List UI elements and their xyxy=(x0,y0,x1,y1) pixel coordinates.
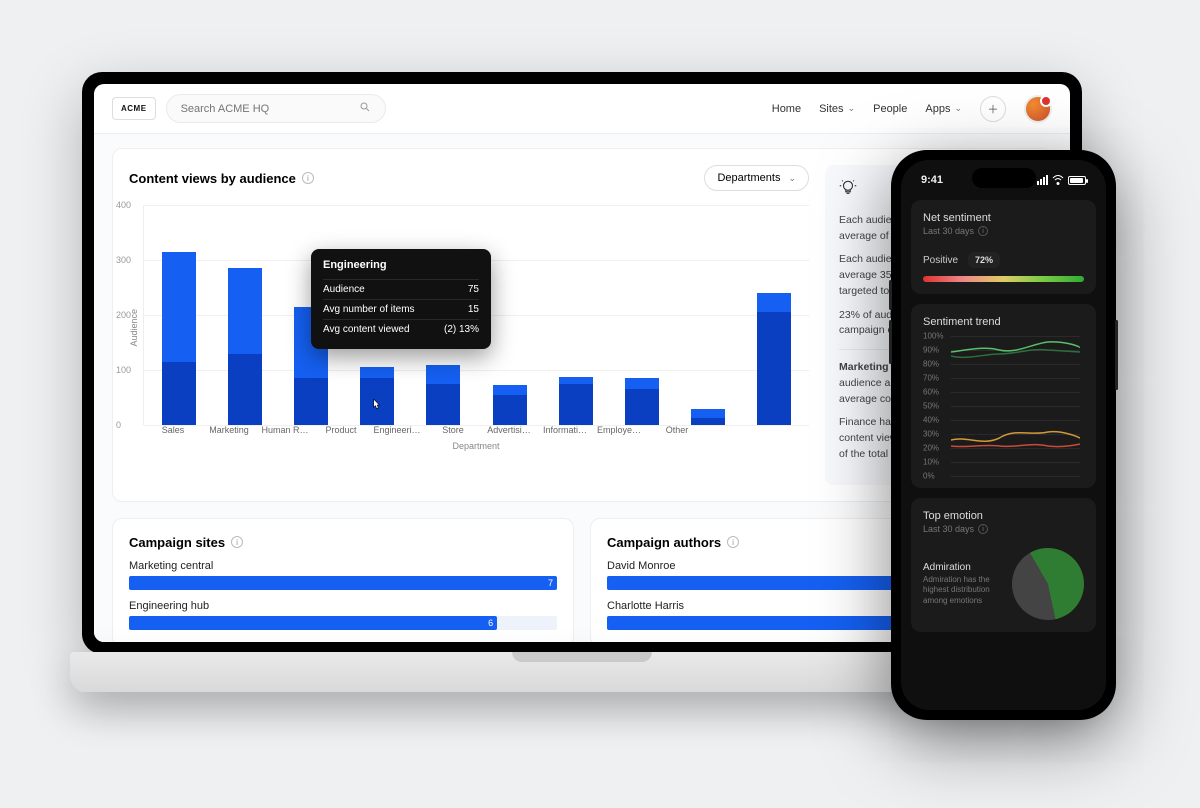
y-tick-label: 300 xyxy=(116,255,131,265)
list-item-label: Engineering hub xyxy=(129,600,557,612)
y-tick-label: 80% xyxy=(923,360,939,369)
chevron-down-icon: ⌄ xyxy=(848,103,856,114)
battery-icon xyxy=(1068,176,1086,185)
y-tick-label: 400 xyxy=(116,200,131,210)
x-tick-label: Informati… xyxy=(541,425,589,435)
info-icon[interactable]: i xyxy=(978,226,988,236)
bar-marketing[interactable] xyxy=(228,268,262,425)
x-tick-label: Advertisi… xyxy=(485,425,533,435)
primary-nav: Home Sites⌄ People Apps⌄ ＋ xyxy=(772,95,1052,123)
chevron-down-icon: ⌄ xyxy=(954,103,962,114)
nav-apps[interactable]: Apps⌄ xyxy=(925,103,962,115)
phone-side-button xyxy=(889,320,892,364)
x-tick-label: Product xyxy=(317,425,365,435)
app-header: ACME Home Sites⌄ People Apps⌄ ＋ xyxy=(94,84,1070,134)
nav-home[interactable]: Home xyxy=(772,103,801,115)
y-tick-label: 60% xyxy=(923,388,939,397)
info-icon[interactable]: i xyxy=(978,524,988,534)
y-tick-label: 10% xyxy=(923,458,939,467)
x-tick-label: Store xyxy=(429,425,477,435)
bar-employee[interactable] xyxy=(691,409,725,426)
bar-chart[interactable]: Audience 0100200300400 SalesMarketingHum… xyxy=(129,205,809,451)
horizontal-bar[interactable]: 6 xyxy=(129,616,557,630)
info-icon[interactable]: i xyxy=(302,172,314,184)
wifi-icon xyxy=(1052,175,1064,185)
y-tick-label: 70% xyxy=(923,374,939,383)
y-tick-label: 40% xyxy=(923,416,939,425)
x-tick-label: Marketing xyxy=(205,425,253,435)
y-tick-label: 50% xyxy=(923,402,939,411)
y-tick-label: 90% xyxy=(923,346,939,355)
list-item-label: Marketing central xyxy=(129,560,557,572)
phone-device-frame: 9:41 Net sentiment Last 30 daysi Positiv… xyxy=(891,150,1116,720)
bar-store[interactable] xyxy=(493,385,527,425)
y-tick-label: 20% xyxy=(923,444,939,453)
horizontal-bar[interactable]: 7 xyxy=(129,576,557,590)
net-sentiment-card[interactable]: Net sentiment Last 30 daysi Positive 72% xyxy=(911,200,1096,294)
y-tick-label: 0% xyxy=(923,472,935,481)
y-tick-label: 100 xyxy=(116,365,131,375)
chart-pane: Content views by audience i Departments … xyxy=(129,165,809,485)
x-tick-label: Other xyxy=(653,425,701,435)
top-emotion-desc: Admiration has the highest distribution … xyxy=(923,575,1002,606)
y-tick-label: 200 xyxy=(116,310,131,320)
top-emotion-name: Admiration xyxy=(923,562,1002,573)
x-tick-label: Engineeri… xyxy=(373,425,421,435)
campaign-sites-card: Campaign sites i Marketing central 7 Engin… xyxy=(112,518,574,643)
card-title: Content views by audience i xyxy=(129,171,314,186)
x-tick-label: Employee… xyxy=(597,425,645,435)
sentiment-trend-card[interactable]: Sentiment trend 100%90%80%70%60%50%40%30… xyxy=(911,304,1096,488)
status-time: 9:41 xyxy=(921,174,943,186)
x-tick-label: Sales xyxy=(149,425,197,435)
audience-filter-select[interactable]: Departments ⌄ xyxy=(704,165,809,191)
emotion-pie-chart xyxy=(999,535,1097,633)
bar-informati[interactable] xyxy=(625,378,659,425)
search-input[interactable] xyxy=(181,103,351,115)
cellular-signal-icon xyxy=(1037,175,1048,185)
chart-tooltip: Engineering Audience75 Avg number of ite… xyxy=(311,249,491,349)
y-tick-label: 0 xyxy=(116,420,121,430)
top-emotion-card[interactable]: Top emotion Last 30 daysi Admiration Adm… xyxy=(911,498,1096,632)
y-tick-label: 100% xyxy=(923,332,943,341)
phone-side-button xyxy=(889,280,892,310)
x-tick-label: Human R… xyxy=(261,425,309,435)
positive-value-badge: 72% xyxy=(968,252,1000,268)
x-axis-label: Department xyxy=(143,441,809,451)
info-icon[interactable]: i xyxy=(231,536,243,548)
card-title: Campaign sites i xyxy=(129,535,557,550)
cursor-pointer-icon xyxy=(369,397,383,416)
info-icon[interactable]: i xyxy=(727,536,739,548)
bar-sales[interactable] xyxy=(162,252,196,425)
phone-screen: 9:41 Net sentiment Last 30 daysi Positiv… xyxy=(901,160,1106,710)
bar-advertisi[interactable] xyxy=(559,377,593,425)
global-search[interactable] xyxy=(166,94,386,123)
user-avatar[interactable] xyxy=(1024,95,1052,123)
phone-side-button xyxy=(1115,320,1118,390)
positive-label: Positive xyxy=(923,255,958,266)
sentiment-trend-chart: 100%90%80%70%60%50%40%30%20%10%0% xyxy=(923,336,1084,476)
sentiment-meter xyxy=(923,276,1084,282)
nav-people[interactable]: People xyxy=(873,103,907,115)
brand-logo[interactable]: ACME xyxy=(112,97,156,120)
chevron-down-icon: ⌄ xyxy=(788,173,796,184)
nav-sites[interactable]: Sites⌄ xyxy=(819,103,855,115)
bar-other[interactable] xyxy=(757,293,791,425)
search-icon xyxy=(359,101,371,116)
y-tick-label: 30% xyxy=(923,430,939,439)
phone-notch xyxy=(972,168,1036,188)
add-button[interactable]: ＋ xyxy=(980,96,1006,122)
bar-engineeri[interactable] xyxy=(426,365,460,426)
